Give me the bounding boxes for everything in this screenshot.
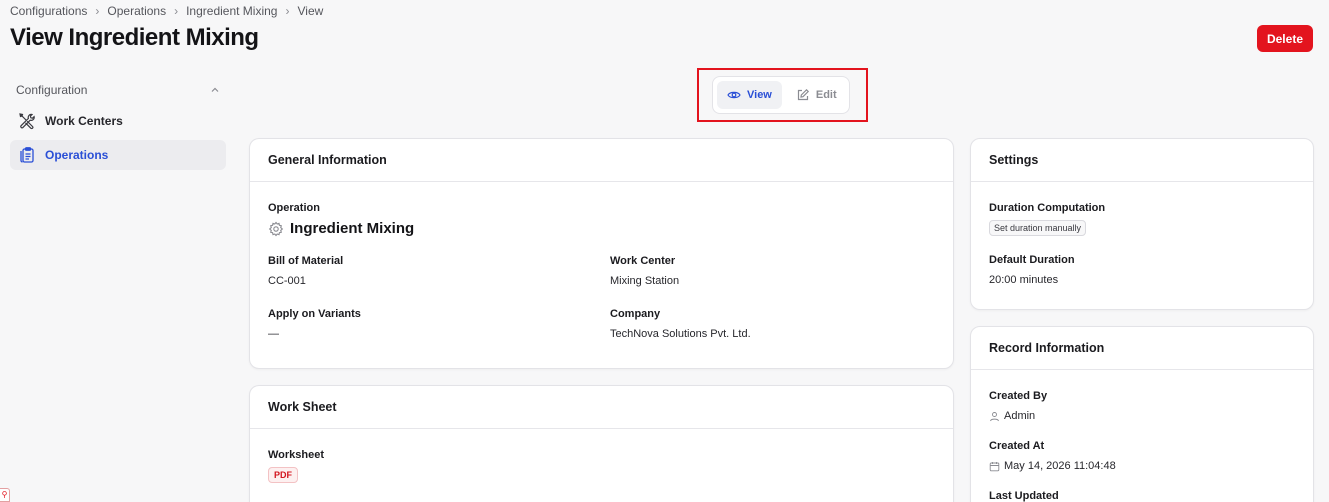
created-by-value: Admin [989, 410, 1295, 422]
pdf-badge[interactable]: PDF [268, 467, 298, 483]
breadcrumb-ingredient-mixing[interactable]: Ingredient Mixing [186, 4, 277, 18]
gear-icon [268, 221, 284, 236]
created-at-label: Created At [989, 440, 1045, 452]
chevron-right-icon: › [95, 4, 100, 18]
sidebar-section-label: Configuration [16, 83, 88, 97]
settings-card: Settings Duration Computation Set durati… [970, 138, 1314, 310]
variants-value: — [268, 328, 279, 340]
card-title: Record Information [971, 327, 1313, 370]
user-icon [990, 411, 999, 421]
operation-label: Operation [268, 202, 320, 214]
mode-toggle: View Edit [712, 76, 850, 114]
company-label: Company [610, 308, 661, 320]
breadcrumb-view: View [297, 4, 324, 18]
card-title: General Information [250, 139, 953, 182]
created-at-value: May 14, 2026 11:04:48 [989, 460, 1295, 472]
bom-label: Bill of Material [268, 255, 344, 267]
operation-name: Ingredient Mixing [268, 220, 935, 237]
duration-computation-label: Duration Computation [989, 202, 1106, 214]
card-title: Settings [971, 139, 1313, 182]
eye-icon [727, 91, 741, 99]
view-mode-label: View [747, 89, 772, 101]
chevron-up-icon [211, 87, 219, 92]
clipboard-icon [20, 147, 34, 163]
duration-computation-chip: Set duration manually [989, 220, 1087, 236]
view-mode-button[interactable]: View [717, 81, 782, 109]
bom-value: CC-001 [268, 275, 306, 287]
breadcrumb: Configurations › Operations › Ingredient… [10, 4, 323, 18]
card-title: Work Sheet [250, 386, 953, 429]
edit-mode-label: Edit [815, 89, 837, 101]
created-by-label: Created By [989, 390, 1048, 402]
general-fields: Bill of Material CC-001 Work Center Mixi… [268, 255, 935, 340]
work-center-value: Mixing Station [610, 275, 680, 287]
general-information-card: General Information Operation Ingredient… [249, 138, 954, 369]
sidebar-item-operations[interactable]: Operations [10, 140, 226, 170]
tools-icon [19, 113, 35, 130]
variants-field: Apply on Variants — [268, 308, 610, 340]
variants-label: Apply on Variants [268, 308, 361, 320]
default-duration-value: 20:00 minutes [989, 274, 1059, 286]
pin-icon[interactable]: ⚲ [0, 488, 10, 502]
work-center-field: Work Center Mixing Station [610, 255, 935, 287]
company-field: Company TechNova Solutions Pvt. Ltd. [610, 308, 935, 340]
work-sheet-card: Work Sheet Worksheet PDF [249, 385, 954, 502]
delete-button[interactable]: Delete [1256, 25, 1313, 52]
edit-mode-button[interactable]: Edit [786, 81, 847, 109]
breadcrumb-operations[interactable]: Operations [107, 4, 166, 18]
company-value: TechNova Solutions Pvt. Ltd. [610, 328, 751, 340]
calendar-icon [989, 461, 1000, 471]
breadcrumb-configurations[interactable]: Configurations [10, 4, 87, 18]
chevron-right-icon: › [174, 4, 179, 18]
sidebar-item-label: Operations [45, 148, 109, 162]
worksheet-label: Worksheet [268, 449, 325, 461]
created-by-text: Admin [1004, 410, 1036, 422]
sidebar-item-work-centers[interactable]: Work Centers [10, 106, 226, 136]
created-at-text: May 14, 2026 11:04:48 [1004, 460, 1116, 472]
page-title: View Ingredient Mixing [10, 24, 259, 51]
pencil-icon [797, 88, 809, 101]
chevron-right-icon: › [285, 4, 290, 18]
work-center-label: Work Center [610, 255, 676, 267]
last-updated-label: Last Updated [989, 490, 1059, 502]
sidebar-item-label: Work Centers [45, 114, 123, 128]
sidebar-section-configuration[interactable]: Configuration [10, 78, 226, 102]
operation-name-text: Ingredient Mixing [290, 220, 415, 237]
default-duration-label: Default Duration [989, 254, 1075, 266]
bom-field: Bill of Material CC-001 [268, 255, 610, 287]
sidebar: Configuration Work Centers Operations [10, 78, 226, 170]
record-information-card: Record Information Created By Admin Crea… [970, 326, 1314, 502]
